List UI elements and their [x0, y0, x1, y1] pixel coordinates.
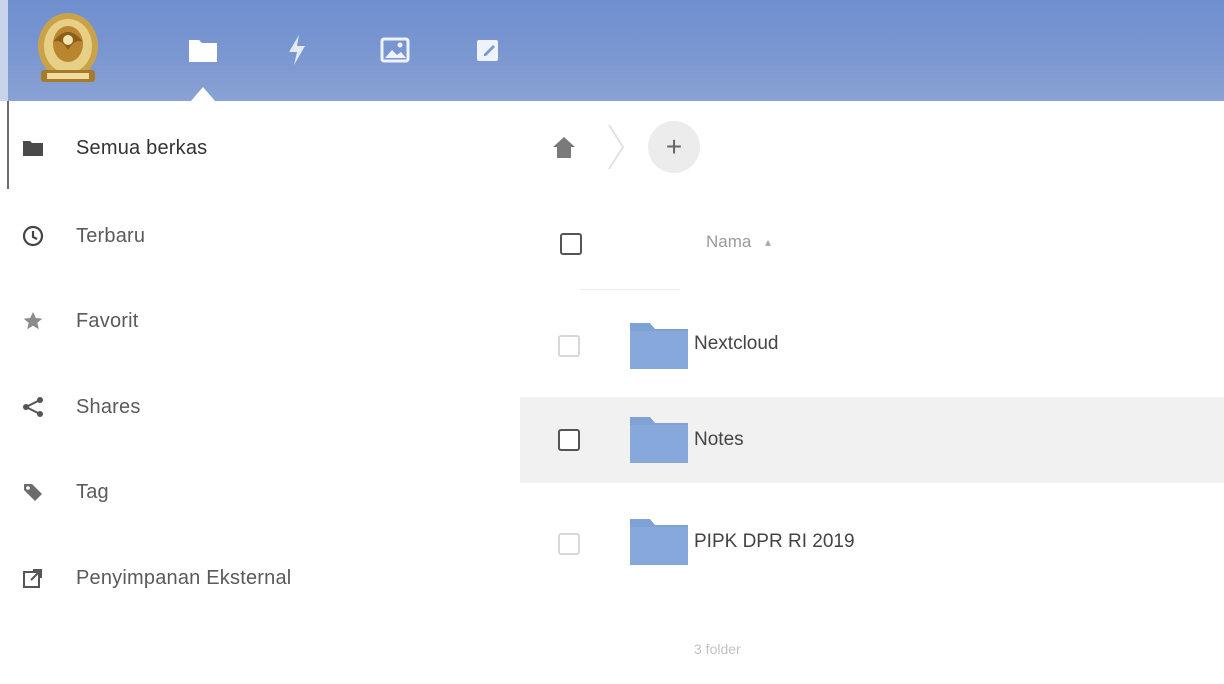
sidebar-item-label: Favorit — [76, 309, 139, 332]
folder-icon — [20, 135, 46, 161]
sort-ascending-icon: ▴ — [765, 235, 772, 249]
clock-icon — [20, 223, 46, 249]
file-row-pipk-dpr-ri-2019[interactable]: PIPK DPR RI 2019 — [520, 503, 1224, 589]
sidebar-item-tag[interactable]: Tag — [0, 467, 480, 517]
file-name[interactable]: Notes — [694, 429, 744, 451]
row-checkbox[interactable] — [558, 533, 580, 555]
sidebar-item-semua-berkas[interactable]: Semua berkas — [0, 123, 480, 173]
sidebar-item-label: Penyimpanan Eksternal — [76, 566, 292, 589]
app-photos-image-icon[interactable] — [375, 30, 415, 70]
sidebar: Semua berkas Terbaru Favorit Shares Tag … — [0, 101, 520, 684]
sidebar-item-label: Semua berkas — [76, 136, 208, 159]
external-link-icon — [20, 565, 46, 591]
share-icon — [20, 394, 46, 420]
sidebar-item-terbaru[interactable]: Terbaru — [0, 211, 480, 261]
active-app-caret — [191, 87, 215, 101]
dpr-logo[interactable] — [35, 10, 101, 90]
sidebar-item-shares[interactable]: Shares — [0, 382, 480, 432]
sidebar-item-label: Shares — [76, 395, 141, 418]
app-activity-lightning-icon[interactable] — [277, 30, 317, 70]
add-new-button[interactable]: + — [648, 121, 700, 173]
star-icon — [20, 308, 46, 334]
folder-icon — [630, 319, 688, 369]
sidebar-item-penyimpanan-eksternal[interactable]: Penyimpanan Eksternal — [0, 553, 480, 603]
row-checkbox[interactable] — [558, 429, 580, 451]
folder-icon — [630, 515, 688, 565]
sidebar-item-label: Terbaru — [76, 224, 146, 247]
app-header — [0, 0, 1224, 101]
select-all-checkbox[interactable] — [560, 233, 582, 255]
sidebar-item-label: Tag — [76, 480, 109, 503]
folder-icon — [630, 413, 688, 463]
row-checkbox[interactable] — [558, 335, 580, 357]
sidebar-item-favorit[interactable]: Favorit — [0, 296, 480, 346]
column-name-sort[interactable]: Nama — [706, 232, 751, 252]
app-notes-pencil-icon[interactable] — [468, 30, 508, 70]
header-divider — [580, 289, 680, 290]
breadcrumb-home-icon[interactable] — [550, 134, 578, 162]
file-row-nextcloud[interactable]: Nextcloud — [520, 303, 1224, 389]
file-list-header: Nama ▴ — [520, 211, 1224, 271]
file-name[interactable]: PIPK DPR RI 2019 — [694, 531, 855, 553]
breadcrumb-separator — [606, 123, 626, 171]
file-name[interactable]: Nextcloud — [694, 333, 779, 355]
file-list-area: + Nama ▴ Nextcloud Notes PIPK DPR RI 201… — [520, 101, 1224, 684]
header-edge — [0, 0, 8, 101]
file-count-summary: 3 folder — [694, 641, 741, 657]
tag-icon — [20, 479, 46, 505]
file-row-notes[interactable]: Notes — [520, 397, 1224, 483]
app-files-folder-icon[interactable] — [183, 30, 223, 70]
